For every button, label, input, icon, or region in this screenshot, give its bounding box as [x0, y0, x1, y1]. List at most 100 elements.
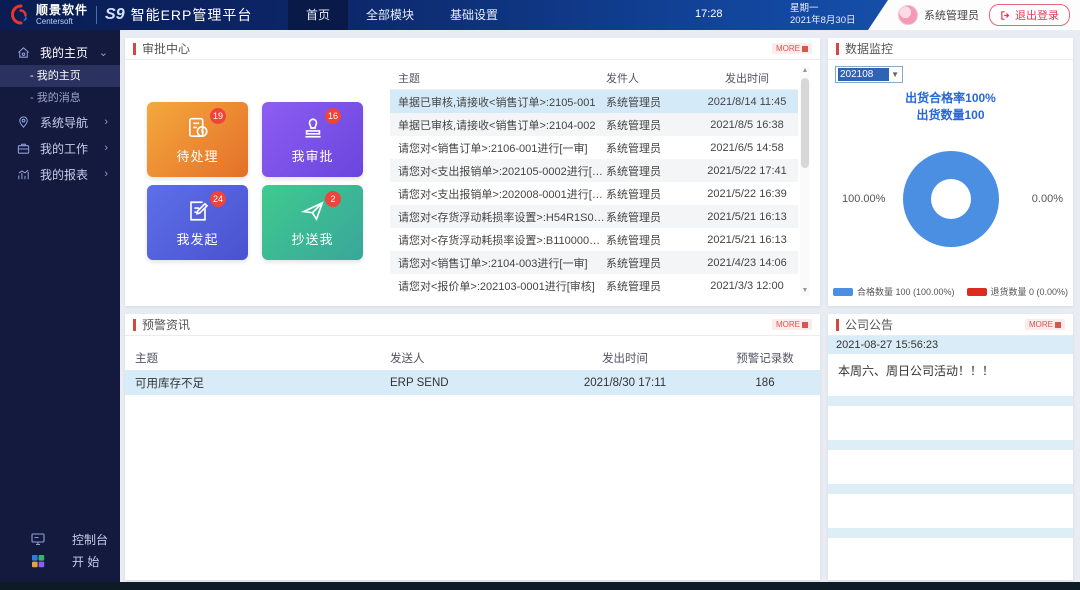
announcement-placeholder-bar — [828, 396, 1073, 406]
sidebar-footer-item-0[interactable]: 控制台 — [0, 528, 120, 550]
cell-time: 2021/5/22 16:39 — [696, 188, 798, 200]
scroll-thumb[interactable] — [801, 78, 809, 168]
cell-time: 2021/4/23 14:06 — [696, 257, 798, 269]
tile-label: 待处理 — [176, 146, 218, 165]
logout-button[interactable]: 退出登录 — [989, 4, 1070, 26]
sidebar: 我的主页⌄- 我的主页- 我的消息系统导航›我的工作›我的报表› 控制台开 始 — [0, 30, 120, 582]
sidebar-item-3[interactable]: 我的报表› — [0, 161, 120, 187]
alerts-table: 主题 发送人 发出时间 预警记录数 可用库存不足ERP SEND2021/8/3… — [125, 346, 820, 395]
sidebar-item-2[interactable]: 我的工作› — [0, 135, 120, 161]
brand-text: 顺景软件 Centersoft — [36, 4, 88, 26]
donut-chart — [903, 151, 999, 247]
sidebar-subitem-0-0[interactable]: - 我的主页 — [0, 65, 120, 87]
donut-label-left: 100.00% — [842, 193, 885, 205]
cell-subject: 请您对<支出报销单>:202008-0001进行[审核] — [390, 186, 606, 202]
sidebar-footer-item-1[interactable]: 开 始 — [0, 550, 120, 572]
approval-table-row[interactable]: 请您对<支出报销单>:202008-0001进行[审核]系统管理员2021/5/… — [390, 182, 798, 205]
header-accent-bar — [836, 319, 839, 331]
announcement-placeholder-space — [828, 538, 1073, 565]
approval-tile-0[interactable]: 19待处理 — [147, 102, 248, 177]
announcement-date[interactable]: 2021-08-27 15:56:23 — [828, 336, 1073, 354]
more-icon — [1055, 322, 1061, 328]
cell-time: 2021/3/3 12:00 — [696, 280, 798, 292]
sidebar-item-label: 我的工作 — [40, 140, 104, 157]
approval-more-link[interactable]: MORE — [772, 43, 812, 54]
cell-sender: 系统管理员 — [606, 117, 696, 133]
username: 系统管理员 — [924, 7, 979, 23]
scroll-up-icon[interactable]: ▲ — [800, 66, 810, 76]
cell-time: 2021/6/5 14:58 — [696, 142, 798, 154]
cell-sender: 系统管理员 — [606, 209, 696, 225]
sidebar-subitem-0-1[interactable]: - 我的消息 — [0, 87, 120, 109]
col-header-time: 发出时间 — [540, 350, 710, 366]
col-header-subject: 主题 — [125, 350, 390, 366]
approval-table-row[interactable]: 请您对<报价单>:202103-0001进行[审核]系统管理员2021/3/3 … — [390, 274, 798, 297]
alerts-table-row[interactable]: 可用库存不足ERP SEND2021/8/30 17:11186 — [125, 370, 820, 395]
legend-item-1: 退货数量 0 (0.00%) — [967, 285, 1069, 298]
alerts-panel: 预警资讯 MORE 主题 发送人 发出时间 预警记录数 可用库存不足ERP SE… — [125, 314, 820, 580]
scroll-down-icon[interactable]: ▼ — [800, 286, 810, 296]
approval-table-row[interactable]: 请您对<存货浮动耗损率设置>:H54R1S006002进行[审核]系统管理员20… — [390, 205, 798, 228]
approval-table-row[interactable]: 请您对<存货浮动耗损率设置>:B11000001进行[审核]系统管理员2021/… — [390, 228, 798, 251]
sidebar-item-label: 我的报表 — [40, 166, 104, 183]
period-select[interactable]: 202108 ▼ — [835, 66, 903, 83]
announcement-placeholder-space — [828, 406, 1073, 433]
clock-time: 17:28 — [695, 8, 723, 20]
approval-table-row[interactable]: 单据已审核,请接收<销售订单>:2105-001系统管理员2021/8/14 1… — [390, 90, 798, 113]
nav-tab-1[interactable]: 全部模块 — [348, 0, 432, 30]
approval-tile-2[interactable]: 24我发起 — [147, 185, 248, 260]
cell-sender: 系统管理员 — [606, 94, 696, 110]
tile-label: 我发起 — [176, 229, 218, 248]
approval-table-body: 单据已审核,请接收<销售订单>:2105-001系统管理员2021/8/14 1… — [390, 90, 798, 297]
monitor-panel-header: 数据监控 — [828, 38, 1073, 60]
announcement-placeholder-bar — [828, 484, 1073, 494]
s9-logo: S9 — [105, 6, 125, 24]
nav-tab-0[interactable]: 首页 — [288, 0, 348, 30]
nav-tab-2[interactable]: 基础设置 — [432, 0, 516, 30]
col-header-count: 预警记录数 — [710, 350, 820, 366]
cell-sender: ERP SEND — [390, 377, 540, 389]
col-header-sender: 发送人 — [390, 350, 540, 366]
approval-table-row[interactable]: 请您对<销售订单>:2106-001进行[一审]系统管理员2021/6/5 14… — [390, 136, 798, 159]
erp-dashboard: 顺景软件 Centersoft S9 智能ERP管理平台 首页全部模块基础设置 … — [0, 0, 1080, 590]
legend-swatch — [833, 288, 853, 296]
sidebar-footer-label: 开 始 — [72, 553, 120, 570]
cell-subject: 请您对<销售订单>:2106-001进行[一审] — [390, 140, 606, 156]
cell-time: 2021/5/22 17:41 — [696, 165, 798, 177]
chevron-right-icon: › — [104, 168, 108, 180]
console-icon — [30, 531, 46, 547]
briefcase-icon — [16, 141, 31, 156]
announcements-more-link[interactable]: MORE — [1025, 319, 1065, 330]
product-title: 智能ERP管理平台 — [131, 5, 253, 25]
weekday: 星期一 — [790, 3, 855, 15]
chevron-down-icon: ⌄ — [99, 46, 108, 59]
sidebar-item-1[interactable]: 系统导航› — [0, 109, 120, 135]
avatar[interactable] — [898, 5, 918, 25]
approval-table-row[interactable]: 请您对<销售订单>:2104-003进行[一审]系统管理员2021/4/23 1… — [390, 251, 798, 274]
brand-logo: 顺景软件 Centersoft S9 智能ERP管理平台 — [8, 2, 252, 28]
cell-sender: 系统管理员 — [606, 278, 696, 294]
headline-qty: 出货数量100 — [828, 107, 1073, 124]
count-badge: 2 — [325, 191, 341, 207]
approval-tile-1[interactable]: 16我审批 — [262, 102, 363, 177]
more-icon — [802, 46, 808, 52]
approval-table-row[interactable]: 请您对<支出报销单>:202105-0002进行[审核]系统管理员2021/5/… — [390, 159, 798, 182]
panel-title: 预警资讯 — [142, 316, 190, 333]
bottom-bar — [0, 582, 1080, 590]
approval-tiles: 19待处理16我审批24我发起2抄送我 — [147, 102, 377, 260]
approval-tile-3[interactable]: 2抄送我 — [262, 185, 363, 260]
panel-title: 公司公告 — [845, 316, 893, 333]
cell-time: 2021/5/21 16:13 — [696, 211, 798, 223]
cell-time: 2021/5/21 16:13 — [696, 234, 798, 246]
map-pin-icon — [16, 115, 31, 130]
approval-center-panel: 审批中心 MORE 19待处理16我审批24我发起2抄送我 主题 发件人 发出时… — [125, 38, 820, 306]
approval-scrollbar[interactable]: ▲ ▼ — [800, 66, 810, 296]
approval-table-row[interactable]: 单据已审核,请接收<销售订单>:2104-002系统管理员2021/8/5 16… — [390, 113, 798, 136]
legend-label: 合格数量 100 (100.00%) — [857, 285, 955, 298]
cell-subject: 请您对<销售订单>:2104-003进行[一审] — [390, 255, 606, 271]
cell-sender: 系统管理员 — [606, 255, 696, 271]
cell-sender: 系统管理员 — [606, 232, 696, 248]
cell-subject: 请您对<存货浮动耗损率设置>:H54R1S006002进行[审核] — [390, 209, 606, 225]
sidebar-item-0[interactable]: 我的主页⌄ — [0, 39, 120, 65]
alerts-more-link[interactable]: MORE — [772, 319, 812, 330]
